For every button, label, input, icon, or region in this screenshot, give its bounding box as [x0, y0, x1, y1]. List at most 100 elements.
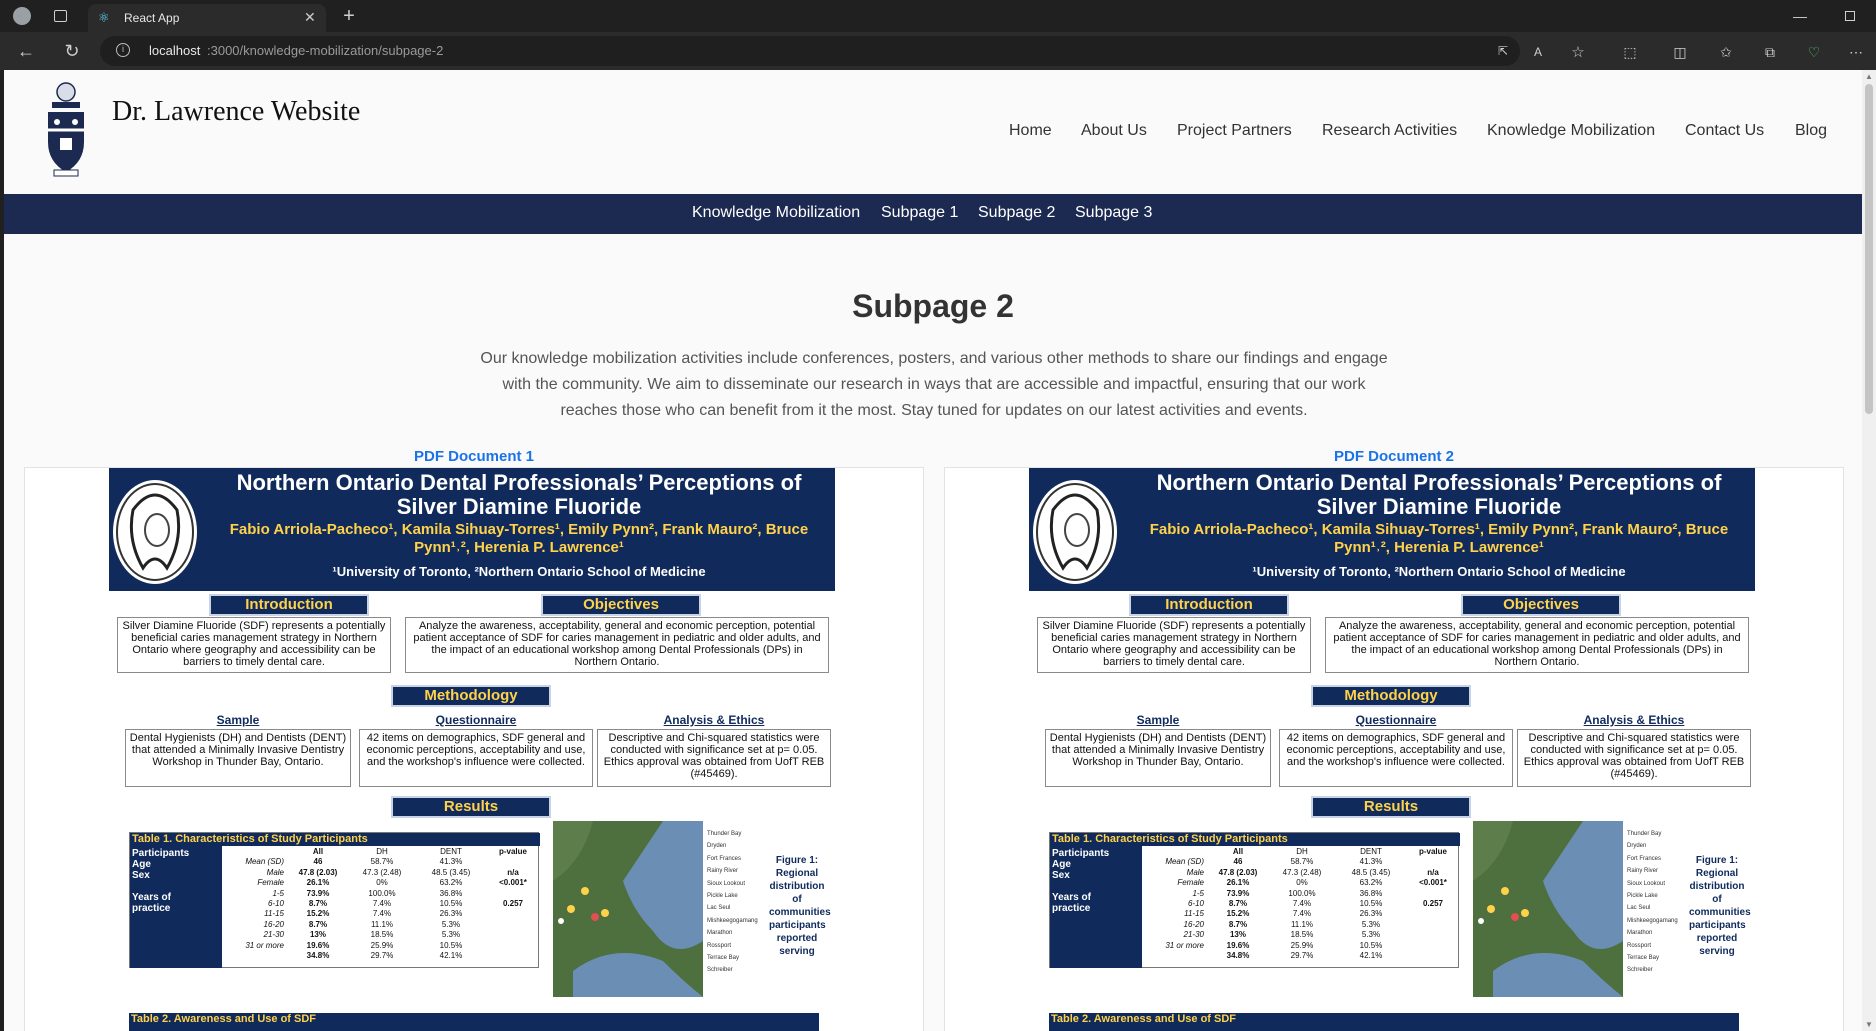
poster-logo-face-icon	[113, 480, 197, 584]
legend-item: Sioux Lookout	[1627, 880, 1666, 887]
legend-item: Schreiber	[707, 967, 733, 974]
university-crest-logo[interactable]	[44, 80, 88, 178]
scrollbar-thumb[interactable]	[1865, 84, 1873, 414]
table-2-title: Table 2. Awareness and Use of SDF	[1049, 1013, 1739, 1031]
sample-text: Dental Hygienists (DH) and Dentists (DEN…	[1045, 729, 1271, 787]
poster-title: Northern Ontario Dental Professionals’ P…	[236, 470, 802, 519]
refresh-icon[interactable]: ↻	[60, 40, 84, 62]
objectives-header: Objectives	[541, 594, 701, 616]
favorite-icon[interactable]: ☆	[1568, 42, 1588, 62]
address-bar[interactable]: i localhost :3000/knowledge-mobilization…	[100, 36, 1520, 66]
scroll-up-arrow[interactable]: ▲	[1865, 72, 1873, 81]
browser-toolbar: ← ↻ i localhost :3000/knowledge-mobiliza…	[0, 32, 1876, 70]
table-1: Table 1. Characteristics of Study Partic…	[129, 832, 540, 968]
figure-1-caption: Figure 1: Regional distribution of commu…	[1689, 855, 1751, 957]
subnav-knowledge-mobilization[interactable]: Knowledge Mobilization	[692, 204, 860, 222]
legend-item: Fort Frances	[707, 855, 742, 862]
subnav-subpage-2[interactable]: Subpage 2	[978, 204, 1055, 222]
legend-item: Fort Frances	[1627, 855, 1662, 862]
introduction-text: Silver Diamine Fluoride (SDF) represents…	[1037, 617, 1311, 673]
pdf-document-2-title[interactable]: PDF Document 2	[944, 448, 1844, 465]
poster-page: Northern Ontario Dental Professionals’ P…	[1029, 468, 1755, 1031]
legend-item: Marathon	[707, 930, 733, 937]
browser-tab[interactable]: ⚛ React App ✕	[88, 4, 326, 32]
table-1-row-labels: Participants Age Sex Years of practice	[130, 846, 222, 968]
poster-logo-face-icon	[1033, 480, 1117, 584]
browser-title-bar: ⚛ React App ✕ + —	[0, 0, 1876, 32]
subnav-subpage-3[interactable]: Subpage 3	[1075, 204, 1152, 222]
legend-item: Dryden	[707, 843, 727, 850]
profile-icon[interactable]	[10, 5, 34, 27]
favorites-bar-icon[interactable]: ✩	[1716, 42, 1736, 62]
nav-knowledge-mobilization[interactable]: Knowledge Mobilization	[1487, 122, 1655, 140]
page-title: Subpage 2	[852, 288, 1014, 324]
poster-banner: Northern Ontario Dental Professionals’ P…	[1029, 468, 1755, 591]
minimize-icon[interactable]: —	[1790, 6, 1810, 26]
regional-map	[1473, 821, 1623, 997]
legend-item: Mishkeegogamang	[707, 917, 758, 924]
table-1-p-value-column: p-value n/a <0.001* 0.257	[498, 847, 527, 909]
legend-item: Thunder Bay	[1627, 831, 1662, 837]
page-scrollbar[interactable]: ▲ ▼	[1862, 70, 1876, 1031]
nav-about-us[interactable]: About Us	[1081, 122, 1147, 140]
table-1: Table 1. Characteristics of Study Partic…	[1049, 832, 1460, 968]
close-tab-icon[interactable]: ✕	[304, 9, 316, 26]
pdf-viewer-2[interactable]: Northern Ontario Dental Professionals’ P…	[944, 467, 1844, 1031]
questionnaire-text: 42 items on demographics, SDF general an…	[1279, 729, 1513, 787]
nav-blog[interactable]: Blog	[1795, 122, 1827, 140]
analysis-ethics-text: Descriptive and Chi-squared statistics w…	[1517, 729, 1751, 787]
scroll-down-arrow[interactable]: ▼	[1865, 1020, 1873, 1029]
poster-affiliations: ¹University of Toronto, ²Northern Ontari…	[1252, 564, 1626, 579]
extensions-icon[interactable]: ⬚	[1620, 42, 1640, 62]
table-1-subgroup-column: Mean (SD) Male Female 1-5 6-10 11-15 16-…	[245, 857, 284, 950]
table-1-all-column: All 46 47.8 (2.03) 26.1% 73.9% 8.7% 15.2…	[1218, 847, 1258, 961]
poster-authors: Fabio Arriola-Pacheco¹, Kamila Sihuay-To…	[1149, 521, 1729, 556]
questionnaire-heading: Questionnaire	[435, 713, 517, 727]
tab-actions-icon[interactable]	[50, 6, 70, 26]
table-1-dent-column: DENT 41.3% 48.5 (3.45) 63.2% 36.8% 10.5%…	[431, 847, 471, 961]
legend-item: Rainy River	[707, 868, 739, 875]
url-path: :3000/knowledge-mobilization/subpage-2	[207, 43, 444, 58]
map-legend: Thunder Bay Dryden Fort Frances Rainy Ri…	[707, 828, 763, 977]
table-1-title: Table 1. Characteristics of Study Partic…	[1050, 833, 1460, 846]
analysis-ethics-text: Descriptive and Chi-squared statistics w…	[597, 729, 831, 787]
table-1-dh-column: DH 58.7% 47.3 (2.48) 0% 100.0% 7.4% 7.4%…	[362, 847, 402, 961]
nav-research-activities[interactable]: Research Activities	[1322, 122, 1457, 140]
subnav-subpage-1[interactable]: Subpage 1	[881, 204, 958, 222]
read-aloud-icon[interactable]: A	[1528, 42, 1548, 62]
analysis-ethics-heading: Analysis & Ethics	[1583, 713, 1685, 727]
nav-project-partners[interactable]: Project Partners	[1177, 122, 1292, 140]
sub-navigation: Knowledge Mobilization Subpage 1 Subpage…	[4, 194, 1862, 234]
results-header: Results	[391, 796, 551, 818]
poster-title: Northern Ontario Dental Professionals’ P…	[1156, 470, 1722, 519]
split-screen-icon[interactable]: ◫	[1670, 42, 1690, 62]
browser-essentials-icon[interactable]: ♡	[1804, 42, 1824, 62]
nav-home[interactable]: Home	[1009, 122, 1052, 140]
poster-page: Northern Ontario Dental Professionals’ P…	[109, 468, 835, 1031]
more-menu-icon[interactable]: ⋯	[1846, 42, 1866, 62]
react-icon: ⚛	[98, 10, 110, 25]
open-in-app-icon[interactable]: ⇱	[1494, 42, 1512, 60]
collections-icon[interactable]: ⧉	[1760, 42, 1780, 62]
site-info-icon[interactable]: i	[116, 43, 130, 57]
pdf-document-1-title[interactable]: PDF Document 1	[24, 448, 924, 465]
legend-item: Dryden	[1627, 843, 1647, 850]
analysis-ethics-heading: Analysis & Ethics	[663, 713, 765, 727]
methodology-header: Methodology	[1311, 685, 1471, 707]
restore-icon[interactable]	[1840, 6, 1860, 26]
new-tab-icon[interactable]: +	[338, 5, 360, 27]
legend-item: Terrace Bay	[707, 955, 740, 962]
sample-text: Dental Hygienists (DH) and Dentists (DEN…	[125, 729, 351, 787]
legend-item: Marathon	[1627, 930, 1653, 937]
sample-heading: Sample	[1136, 713, 1180, 727]
nav-contact-us[interactable]: Contact Us	[1685, 122, 1764, 140]
poster-affiliations: ¹University of Toronto, ²Northern Ontari…	[332, 564, 706, 579]
introduction-header: Introduction	[1129, 594, 1289, 616]
back-icon[interactable]: ←	[14, 40, 38, 62]
table-1-title: Table 1. Characteristics of Study Partic…	[130, 833, 540, 846]
table-1-dent-column: DENT 41.3% 48.5 (3.45) 63.2% 36.8% 10.5%…	[1351, 847, 1391, 961]
legend-item: Thunder Bay	[707, 831, 742, 837]
site-name[interactable]: Dr. Lawrence Website	[112, 96, 360, 128]
legend-item: Lac Seul	[707, 905, 731, 912]
pdf-viewer-1[interactable]: Northern Ontario Dental Professionals’ P…	[24, 467, 924, 1031]
